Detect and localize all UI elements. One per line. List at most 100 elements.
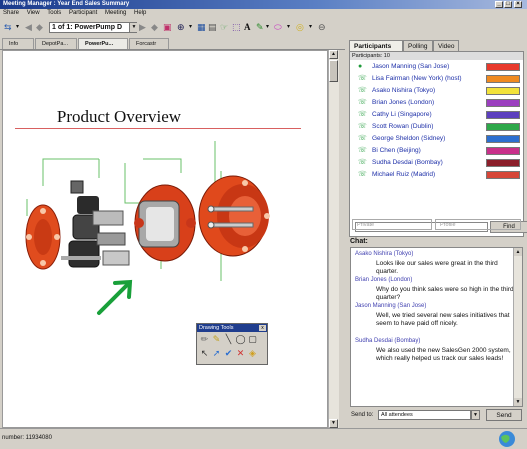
highlighter-dropdown-icon[interactable]: ▾ <box>309 22 312 33</box>
tab-forcastr[interactable]: Forcastr <box>129 38 169 49</box>
participant-row[interactable]: ☏ Asako Nishira (Tokyo) <box>350 85 523 96</box>
line-tool-icon[interactable]: ╲ <box>223 333 234 345</box>
menu-meeting[interactable]: Meeting <box>105 10 126 16</box>
camera-icon[interactable]: ⬚ <box>232 22 241 33</box>
slide-scrollbar[interactable]: ▲ ▼ <box>328 50 339 428</box>
highlighter-tool-icon[interactable]: ✎ <box>211 333 222 345</box>
chat-scroll-up-icon[interactable]: ▲ <box>514 248 522 256</box>
share-dropdown-icon[interactable]: ▾ <box>16 22 19 33</box>
tab-polling[interactable]: Polling <box>403 40 433 51</box>
share-icon[interactable]: ⇆ <box>4 22 12 33</box>
fill-tool-icon[interactable]: ◈ <box>247 347 258 359</box>
scroll-thumb[interactable] <box>329 60 338 82</box>
rectangle-tool-icon[interactable]: ▢ <box>247 333 258 345</box>
eraser-dropdown-icon[interactable]: ▾ <box>287 22 290 33</box>
chat-label: Chat: <box>350 238 368 245</box>
chevron-down-icon[interactable]: ▼ <box>129 23 138 32</box>
slide-canvas[interactable]: Product Overview <box>2 50 328 428</box>
zoom-dropdown-icon[interactable]: ▾ <box>189 22 192 33</box>
chat-sender: Asako Nishira (Tokyo) <box>355 251 414 257</box>
private-chat-button[interactable]: Private <box>352 219 432 230</box>
participant-color-swatch <box>486 99 520 107</box>
send-to-select[interactable]: All attendees <box>378 410 471 420</box>
previous-page-icon[interactable]: ◀ <box>25 22 32 33</box>
last-page-icon[interactable]: ◆ <box>151 22 158 33</box>
menu-tools[interactable]: Tools <box>47 10 61 16</box>
pointer-icon[interactable]: ☞ <box>220 22 228 33</box>
participant-row[interactable]: ☏ Cathy Li (Singapore) <box>350 109 523 120</box>
globe-icon <box>499 431 515 447</box>
pencil-icon[interactable]: ✏ <box>199 333 210 345</box>
phone-icon: ☏ <box>358 147 367 154</box>
phone-icon: ☏ <box>358 99 367 106</box>
tab-video[interactable]: Video <box>433 40 459 51</box>
document-tabs: Info DepotPa... PowerPu... Forcastr <box>0 37 345 50</box>
next-page-icon[interactable]: ▶ <box>139 22 146 33</box>
zoom-icon[interactable]: ⊕ <box>177 22 185 33</box>
eraser-icon[interactable]: ⬭ <box>274 22 282 33</box>
settings-icon[interactable]: ⊖ <box>318 22 326 33</box>
page-select[interactable]: 1 of 1: PowerPump D <box>49 22 137 33</box>
chat-log[interactable]: Asako Nishira (Tokyo) Looks like our sale… <box>350 247 523 407</box>
ellipse-tool-icon[interactable]: ◯ <box>235 333 246 345</box>
participant-name: Sudha Desdai (Bombay) <box>372 159 443 166</box>
chevron-down-icon[interactable]: ▼ <box>471 410 480 420</box>
scroll-up-button[interactable]: ▲ <box>329 50 338 59</box>
participant-row[interactable]: ☏ Bi Chen (Beijing) <box>350 145 523 156</box>
fit-page-icon[interactable]: ▦ <box>197 22 206 33</box>
participant-row[interactable]: ☏ Brian Jones (London) <box>350 97 523 108</box>
tab-powerpu[interactable]: PowerPu... <box>78 38 128 49</box>
pen-dropdown-icon[interactable]: ▾ <box>266 22 269 33</box>
drawing-tools-close-button[interactable]: x <box>259 325 266 331</box>
profile-button[interactable]: Profile <box>435 219 521 230</box>
maximize-button[interactable]: □ <box>504 1 512 8</box>
participant-row[interactable]: ☏ George Sheldon (Sidney) <box>350 133 523 144</box>
scroll-down-button[interactable]: ▼ <box>329 419 338 428</box>
window-title: Meeting Manager : Year End Sales Summary <box>3 1 130 7</box>
highlighter-icon[interactable]: ◎ <box>296 22 304 33</box>
participant-color-swatch <box>486 135 520 143</box>
participant-row[interactable]: ☏ Michael Ruiz (Madrid) <box>350 169 523 180</box>
text-tool-icon[interactable]: A <box>244 22 251 33</box>
chat-message: Looks like our sales were great in the t… <box>376 260 498 275</box>
check-tool-icon[interactable]: ✔ <box>223 347 234 359</box>
present-icon[interactable]: ▣ <box>163 22 172 33</box>
first-page-icon[interactable]: ◆ <box>36 22 43 33</box>
phone-icon: ☏ <box>358 75 367 82</box>
participant-color-swatch <box>486 75 520 83</box>
participant-row[interactable]: ☏ Lisa Fairman (New York) (host) <box>350 73 523 84</box>
pointer-tool-icon[interactable]: ➚ <box>211 347 222 359</box>
send-to-label: Send to: <box>351 412 374 418</box>
menu-share[interactable]: Share <box>3 10 19 16</box>
drawing-tools-title: Drawing Tools <box>197 324 267 332</box>
chat-sender: Sudha Desdai (Bombay) <box>355 338 421 344</box>
send-button[interactable]: Send <box>486 409 522 421</box>
tab-info[interactable]: Info <box>2 38 34 49</box>
participant-color-swatch <box>486 63 520 71</box>
participants-list: Participants: 10 ● Jason Manning (San Jos… <box>349 51 527 237</box>
title-bar: Meeting Manager : Year End Sales Summary… <box>0 0 527 9</box>
phone-icon: ☏ <box>358 87 367 94</box>
chat-scrollbar[interactable]: ▲ ▼ <box>513 248 522 406</box>
screenshot-icon[interactable]: ▤ <box>208 22 217 33</box>
menu-help[interactable]: Help <box>134 10 146 16</box>
minimize-button[interactable]: _ <box>495 1 503 8</box>
participant-name: Lisa Fairman (New York) (host) <box>372 75 462 82</box>
menu-view[interactable]: View <box>27 10 40 16</box>
select-arrow-icon[interactable]: ↖ <box>199 347 210 359</box>
delete-tool-icon[interactable]: ✕ <box>235 347 246 359</box>
tab-depotpa[interactable]: DepotPa... <box>35 38 77 49</box>
participant-row[interactable]: ● Jason Manning (San Jose) <box>350 61 523 72</box>
participant-color-swatch <box>486 147 520 155</box>
close-button[interactable]: × <box>514 1 522 8</box>
participant-row[interactable]: ☏ Scott Rowan (Dublin) <box>350 121 523 132</box>
tab-participants[interactable]: Participants <box>349 40 403 51</box>
chat-scroll-down-icon[interactable]: ▼ <box>514 398 522 406</box>
menu-participant[interactable]: Participant <box>69 10 97 16</box>
participant-color-swatch <box>486 159 520 167</box>
participant-name: Brian Jones (London) <box>372 99 435 106</box>
participant-row[interactable]: ☏ Sudha Desdai (Bombay) <box>350 157 523 168</box>
phone-icon: ☏ <box>358 123 367 130</box>
participant-name: Michael Ruiz (Madrid) <box>372 171 436 178</box>
pen-icon[interactable]: ✎ <box>256 22 264 33</box>
